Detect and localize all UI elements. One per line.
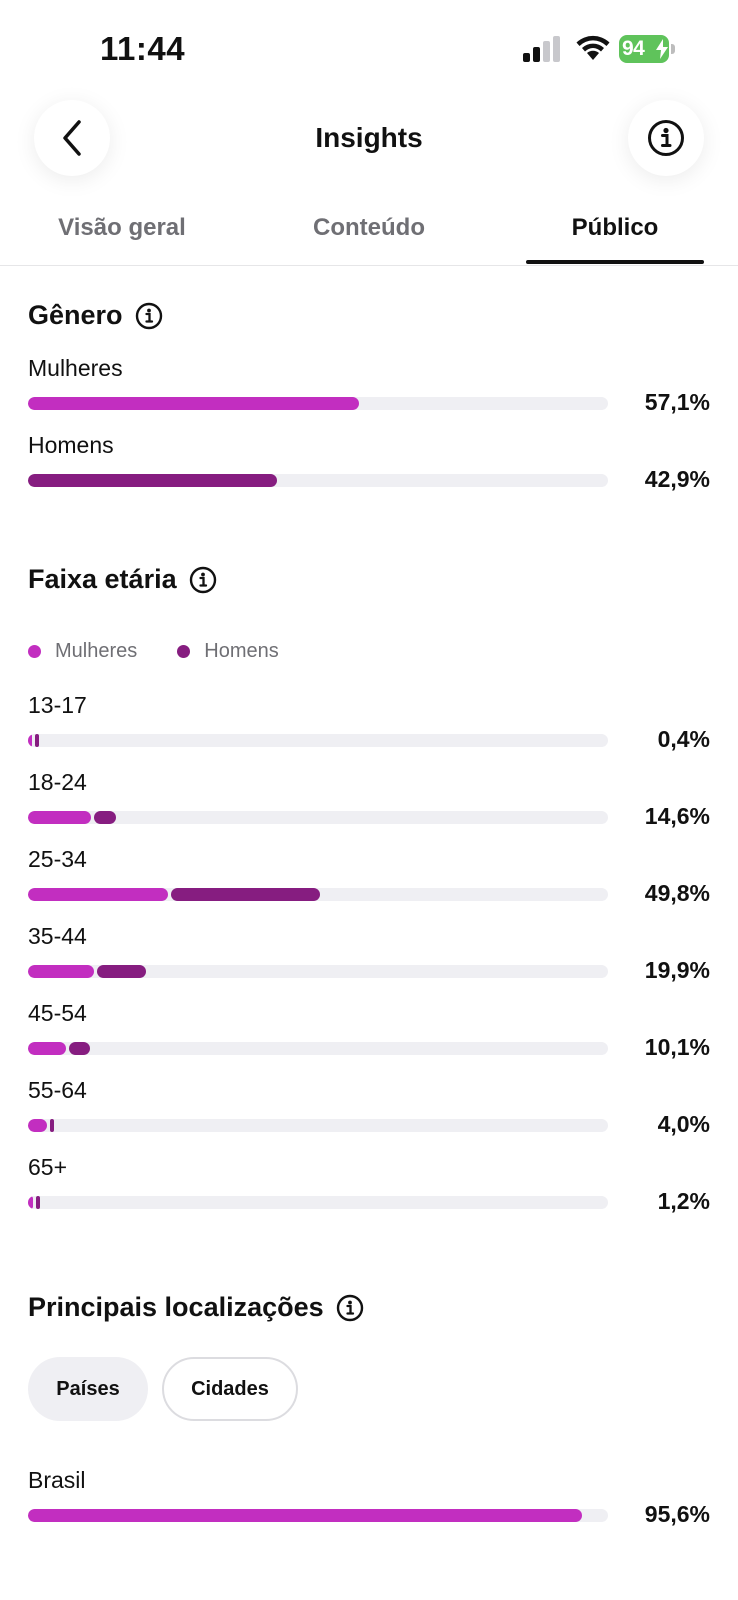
age-row-2-bar-track xyxy=(28,888,608,901)
age-row-5-bar-track xyxy=(28,1119,608,1132)
age-row-4-bar-track xyxy=(28,1042,608,1055)
age-row-3-label: 35-44 xyxy=(28,923,87,949)
age-row-5-percentage: 4,0% xyxy=(657,1111,710,1137)
location-row-0-label: Brasil xyxy=(28,1467,86,1493)
age-row-4-label: 45-54 xyxy=(28,1000,87,1026)
locations-title: Principais localizações xyxy=(28,1292,324,1322)
cellular-signal-icon xyxy=(523,36,560,62)
legend-dot-women xyxy=(28,645,41,658)
legend-label-men: Homens xyxy=(204,640,279,662)
gender-row-0-label: Mulheres xyxy=(28,355,123,381)
age-row-1-label: 18-24 xyxy=(28,769,87,795)
age-row-1-bar-men xyxy=(94,811,116,824)
age-title: Faixa etária xyxy=(28,564,177,594)
age-row-6-label: 65+ xyxy=(28,1154,68,1180)
status-bar: 11:44 94 xyxy=(0,0,738,100)
info-button[interactable] xyxy=(628,100,704,176)
wifi-icon xyxy=(576,35,610,60)
battery-indicator: 94 xyxy=(619,35,675,63)
gender-row-0-bar-fill xyxy=(28,397,360,410)
age-section-title: Faixa etária xyxy=(28,564,217,595)
age-row-2-bar-men xyxy=(171,888,320,901)
gender-info-icon[interactable] xyxy=(135,302,163,330)
gender-section-title: Gênero xyxy=(28,300,163,331)
age-row-4-bar-women xyxy=(28,1042,66,1055)
location-row-0-bar-fill xyxy=(28,1509,583,1522)
battery-tip xyxy=(671,44,675,54)
gender-row-1-percentage: 42,9% xyxy=(644,466,710,492)
age-row-1-bar-track xyxy=(28,811,608,824)
legend-item-men: Homens xyxy=(177,640,279,663)
location-row-0-percentage: 95,6% xyxy=(644,1501,710,1527)
gender-row-1-bar-track xyxy=(28,474,608,487)
age-row-1-percentage: 14,6% xyxy=(644,803,710,829)
age-row-4-percentage: 10,1% xyxy=(644,1034,710,1060)
age-row-0-bar-track xyxy=(28,734,608,747)
status-time: 11:44 xyxy=(100,30,186,67)
age-row-5-bar-men xyxy=(49,1119,55,1132)
chip-countries[interactable]: Países xyxy=(28,1357,148,1421)
age-row-3-bar-men xyxy=(96,965,147,978)
charging-bolt-icon xyxy=(656,39,668,59)
age-row-1-bar-women xyxy=(28,811,92,824)
age-row-3-bar-track xyxy=(28,965,608,978)
legend-item-women: Mulheres xyxy=(28,640,137,663)
location-row-0-bar-track xyxy=(28,1509,608,1522)
legend-dot-men xyxy=(177,645,191,658)
gender-row-0-bar-track xyxy=(28,397,608,410)
info-icon xyxy=(648,120,684,156)
age-row-3-bar-women xyxy=(28,965,94,978)
age-row-3-percentage: 19,9% xyxy=(644,957,710,983)
age-info-icon[interactable] xyxy=(189,566,217,594)
gender-row-1-label: Homens xyxy=(28,432,114,458)
locations-info-icon[interactable] xyxy=(336,1294,364,1322)
age-row-2-percentage: 49,8% xyxy=(644,880,710,906)
locations-section-title: Principais localizações xyxy=(28,1292,364,1323)
tab-overview[interactable]: Visão geral xyxy=(33,214,211,242)
chip-cities[interactable]: Cidades xyxy=(162,1357,298,1421)
age-row-5-bar-women xyxy=(28,1119,47,1132)
age-row-6-bar-women xyxy=(28,1196,33,1209)
age-row-6-percentage: 1,2% xyxy=(657,1188,710,1214)
age-legend: Mulheres Homens xyxy=(28,640,319,663)
age-row-4-bar-men xyxy=(68,1042,90,1055)
gender-row-0-percentage: 57,1% xyxy=(644,389,710,415)
legend-label-women: Mulheres xyxy=(55,640,138,662)
active-tab-indicator xyxy=(526,260,704,264)
age-row-0-bar-women xyxy=(28,734,32,747)
age-row-2-bar-women xyxy=(28,888,169,901)
gender-title: Gênero xyxy=(28,300,123,330)
age-row-0-percentage: 0,4% xyxy=(657,726,710,752)
age-row-5-label: 55-64 xyxy=(28,1077,87,1103)
gender-row-1-bar-fill xyxy=(28,474,277,487)
battery-level: 94 xyxy=(622,37,645,60)
age-row-6-bar-men xyxy=(35,1196,40,1209)
age-row-6-bar-track xyxy=(28,1196,608,1209)
tab-content[interactable]: Conteúdo xyxy=(280,214,458,242)
age-row-0-bar-men xyxy=(35,734,39,747)
tab-audience[interactable]: Público xyxy=(526,214,704,242)
tab-bar: Visão geral Conteúdo Público xyxy=(0,206,738,266)
age-row-2-label: 25-34 xyxy=(28,846,87,872)
age-row-0-label: 13-17 xyxy=(28,692,87,718)
